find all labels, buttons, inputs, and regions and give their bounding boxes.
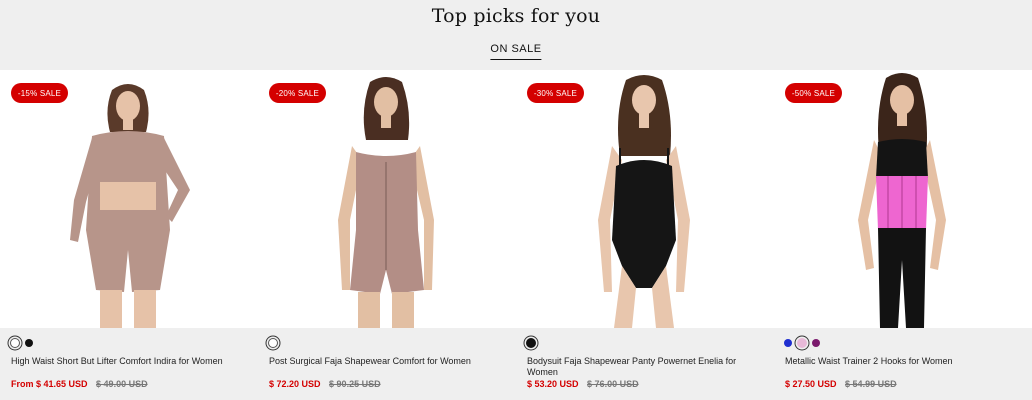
product-card[interactable]: -20% SALE Post Surgical Faja Shapewear C… bbox=[258, 70, 516, 400]
sale-badge: -50% SALE bbox=[785, 83, 842, 103]
color-swatch-white[interactable] bbox=[10, 338, 20, 348]
original-price: $ 54.99 USD bbox=[845, 379, 897, 389]
product-info: Post Surgical Faja Shapewear Comfort for… bbox=[258, 328, 516, 400]
color-swatch-black[interactable] bbox=[526, 338, 536, 348]
product-name[interactable]: Bodysuit Faja Shapewear Panty Powernet E… bbox=[527, 356, 762, 378]
product-card[interactable]: -50% SALE Metallic Waist Trainer 2 Hooks… bbox=[774, 70, 1032, 400]
sale-price: $ 72.20 USD bbox=[269, 379, 321, 389]
sale-badge: -15% SALE bbox=[11, 83, 68, 103]
product-prices: $ 72.20 USD $ 90.25 USD bbox=[269, 379, 381, 389]
product-name[interactable]: High Waist Short But Lifter Comfort Indi… bbox=[11, 356, 246, 367]
sale-badge: -30% SALE bbox=[527, 83, 584, 103]
product-image[interactable]: -20% SALE bbox=[258, 70, 516, 328]
color-swatches bbox=[784, 338, 820, 348]
product-info: High Waist Short But Lifter Comfort Indi… bbox=[0, 328, 258, 400]
section-title: Top picks for you bbox=[431, 5, 601, 27]
color-swatch-white[interactable] bbox=[268, 338, 278, 348]
sale-price: $ 53.20 USD bbox=[527, 379, 579, 389]
product-card[interactable]: -15% SALE High Waist Short But Lifter Co… bbox=[0, 70, 258, 400]
product-card[interactable]: -30% SALE Bodysuit Faja Shapewear Panty … bbox=[516, 70, 774, 400]
product-image[interactable]: -50% SALE bbox=[774, 70, 1032, 328]
product-info: Metallic Waist Trainer 2 Hooks for Women… bbox=[774, 328, 1032, 400]
product-prices: $ 27.50 USD $ 54.99 USD bbox=[785, 379, 897, 389]
product-image[interactable]: -30% SALE bbox=[516, 70, 774, 328]
product-prices: From $ 41.65 USD $ 49.00 USD bbox=[11, 379, 148, 389]
sale-price: $ 27.50 USD bbox=[785, 379, 837, 389]
product-name[interactable]: Metallic Waist Trainer 2 Hooks for Women bbox=[785, 356, 1020, 367]
tab-on-sale[interactable]: ON SALE bbox=[490, 43, 542, 60]
original-price: $ 76.00 USD bbox=[587, 379, 639, 389]
color-swatch-black[interactable] bbox=[25, 339, 33, 347]
product-photo-model-faja bbox=[338, 77, 434, 328]
product-photo-model-bodysuit bbox=[598, 75, 690, 328]
product-photo-model-waist-trainer bbox=[858, 73, 946, 328]
original-price: $ 49.00 USD bbox=[96, 379, 148, 389]
sale-price: From $ 41.65 USD bbox=[11, 379, 88, 389]
color-swatch-blue[interactable] bbox=[784, 339, 792, 347]
section-header: Top picks for you ON SALE bbox=[0, 0, 1032, 70]
product-info: Bodysuit Faja Shapewear Panty Powernet E… bbox=[516, 328, 774, 400]
product-photo-model-shapewear bbox=[70, 84, 190, 328]
color-swatches bbox=[526, 338, 536, 348]
color-swatch-purple[interactable] bbox=[812, 339, 820, 347]
sale-badge: -20% SALE bbox=[269, 83, 326, 103]
color-swatches bbox=[268, 338, 278, 348]
product-name[interactable]: Post Surgical Faja Shapewear Comfort for… bbox=[269, 356, 504, 367]
product-grid: -15% SALE High Waist Short But Lifter Co… bbox=[0, 70, 1032, 400]
color-swatch-pink[interactable] bbox=[797, 338, 807, 348]
product-prices: $ 53.20 USD $ 76.00 USD bbox=[527, 379, 639, 389]
original-price: $ 90.25 USD bbox=[329, 379, 381, 389]
product-image[interactable]: -15% SALE bbox=[0, 70, 258, 328]
color-swatches bbox=[10, 338, 33, 348]
